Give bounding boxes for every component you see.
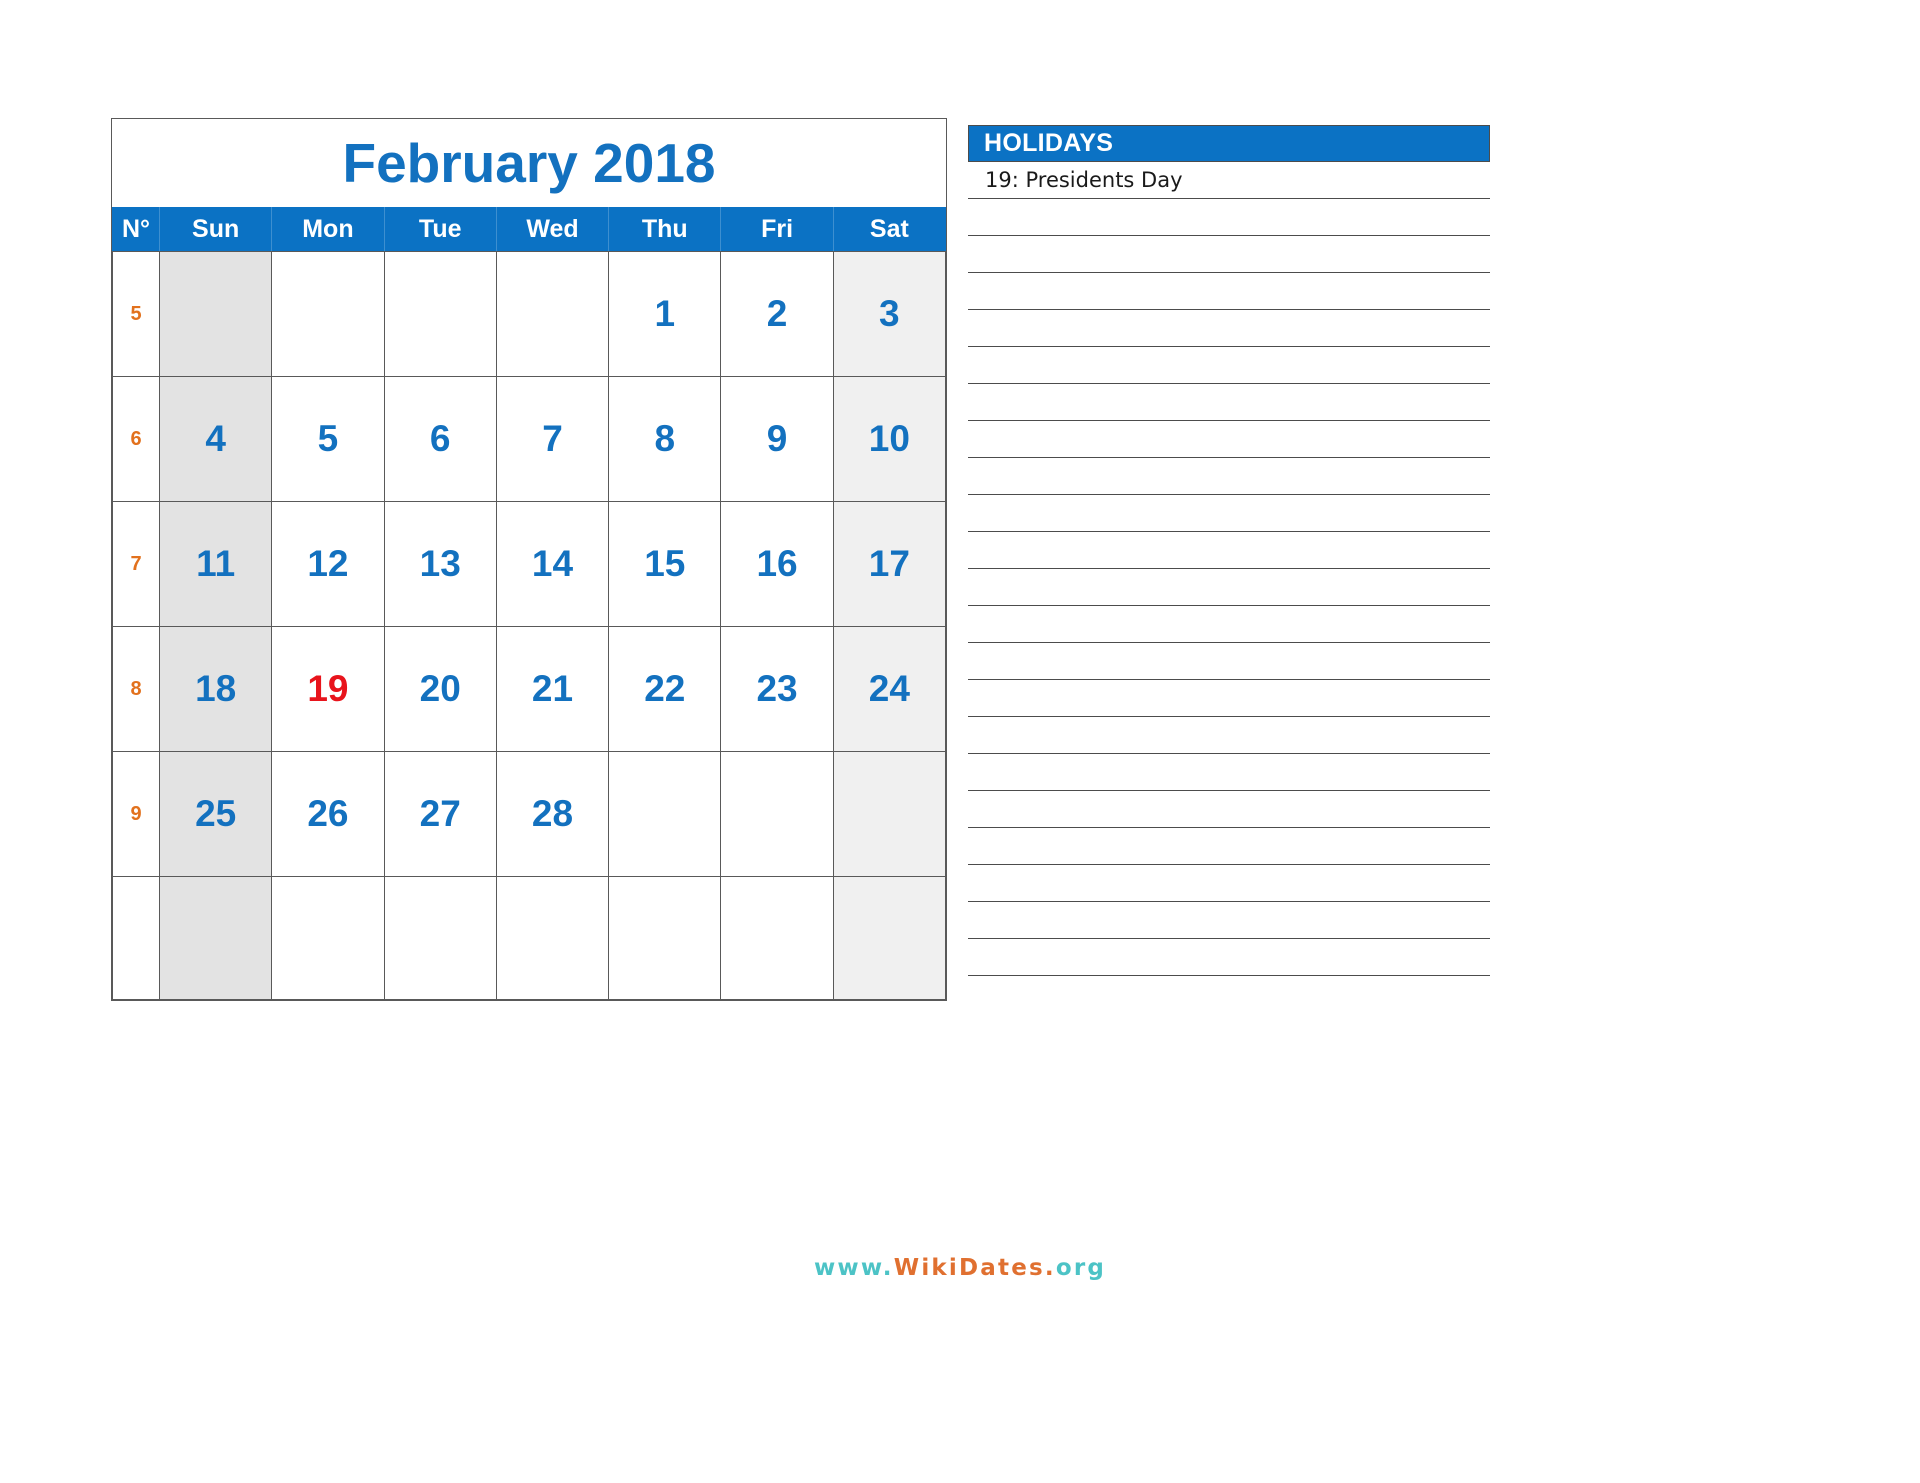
week-number-cell: 6 xyxy=(112,376,160,502)
day-cell[interactable]: 25 xyxy=(158,751,273,877)
holiday-entry-blank[interactable] xyxy=(968,384,1490,421)
holiday-entry-blank[interactable] xyxy=(968,347,1490,384)
column-header-fri: Fri xyxy=(720,207,834,252)
holiday-entry-blank[interactable] xyxy=(968,421,1490,458)
day-cell[interactable] xyxy=(383,876,497,1000)
calendar-body: 5 1 2 3 6 4 5 6 7 8 9 10 7 11 12 13 14 1… xyxy=(112,251,947,1000)
holiday-entry-blank[interactable] xyxy=(968,310,1490,347)
footer-brand: www.WikiDates.org xyxy=(0,1255,1920,1281)
week-number-cell: 5 xyxy=(112,251,160,377)
day-cell[interactable] xyxy=(495,251,610,377)
day-cell[interactable] xyxy=(271,251,385,377)
holiday-entry-blank[interactable] xyxy=(968,754,1490,791)
day-cell-holiday[interactable]: 19 xyxy=(271,626,385,752)
day-cell[interactable]: 18 xyxy=(158,626,273,752)
holiday-entry-blank[interactable] xyxy=(968,828,1490,865)
holiday-entry-blank[interactable] xyxy=(968,680,1490,717)
holiday-entry-blank[interactable] xyxy=(968,495,1490,532)
day-cell[interactable]: 4 xyxy=(158,376,273,502)
holiday-entry-blank[interactable] xyxy=(968,606,1490,643)
holiday-entry-blank[interactable] xyxy=(968,569,1490,606)
calendar-week-row: 5 1 2 3 xyxy=(112,251,947,377)
calendar-week-row xyxy=(112,876,947,1000)
week-number-cell: 7 xyxy=(112,501,160,627)
column-header-week-number: N° xyxy=(112,207,160,252)
week-number-cell xyxy=(112,876,160,1000)
brand-prefix: www. xyxy=(813,1255,894,1281)
day-cell[interactable]: 24 xyxy=(832,626,947,752)
day-cell[interactable] xyxy=(720,876,834,1000)
day-cell[interactable]: 15 xyxy=(608,501,722,627)
holiday-entry-blank[interactable] xyxy=(968,458,1490,495)
day-cell[interactable]: 21 xyxy=(495,626,610,752)
calendar-week-row: 7 11 12 13 14 15 16 17 xyxy=(112,501,947,627)
holiday-entry-blank[interactable] xyxy=(968,273,1490,310)
day-cell[interactable]: 22 xyxy=(608,626,722,752)
day-cell[interactable] xyxy=(832,751,947,877)
day-cell[interactable]: 10 xyxy=(832,376,947,502)
day-cell[interactable]: 16 xyxy=(720,501,834,627)
brand-suffix: org xyxy=(1055,1255,1107,1281)
day-cell[interactable]: 28 xyxy=(495,751,610,877)
day-cell[interactable] xyxy=(158,251,273,377)
holidays-panel: HOLIDAYS 19: Presidents Day xyxy=(968,125,1490,976)
day-cell[interactable] xyxy=(158,876,273,1000)
day-cell[interactable]: 12 xyxy=(271,501,385,627)
day-cell[interactable]: 1 xyxy=(608,251,722,377)
calendar-week-row: 8 18 19 20 21 22 23 24 xyxy=(112,626,947,752)
holiday-entry: 19: Presidents Day xyxy=(968,162,1490,199)
holiday-entry-blank[interactable] xyxy=(968,643,1490,680)
column-header-sat: Sat xyxy=(832,207,947,252)
day-cell[interactable]: 5 xyxy=(271,376,385,502)
calendar-week-row: 9 25 26 27 28 xyxy=(112,751,947,877)
holiday-entry-blank[interactable] xyxy=(968,791,1490,828)
calendar-header-row: N° Sun Mon Tue Wed Thu Fri Sat xyxy=(112,207,947,252)
brand-name: WikiDates. xyxy=(893,1255,1056,1281)
column-header-mon: Mon xyxy=(271,207,385,252)
day-cell[interactable]: 27 xyxy=(383,751,497,877)
day-cell[interactable]: 7 xyxy=(495,376,610,502)
day-cell[interactable]: 13 xyxy=(383,501,497,627)
day-cell[interactable] xyxy=(495,876,610,1000)
week-number-cell: 8 xyxy=(112,626,160,752)
calendar-week-row: 6 4 5 6 7 8 9 10 xyxy=(112,376,947,502)
holiday-entry-blank[interactable] xyxy=(968,236,1490,273)
day-cell[interactable] xyxy=(608,751,722,877)
column-header-tue: Tue xyxy=(383,207,497,252)
day-cell[interactable] xyxy=(720,751,834,877)
holiday-entry-blank[interactable] xyxy=(968,199,1490,236)
holiday-entry-blank[interactable] xyxy=(968,939,1490,976)
holiday-entry-blank[interactable] xyxy=(968,717,1490,754)
day-cell[interactable]: 2 xyxy=(720,251,834,377)
page-title: February 2018 xyxy=(342,132,716,194)
day-cell[interactable]: 26 xyxy=(271,751,385,877)
day-cell[interactable]: 6 xyxy=(383,376,497,502)
day-cell[interactable] xyxy=(832,876,947,1000)
calendar-table: N° Sun Mon Tue Wed Thu Fri Sat 5 1 2 3 6… xyxy=(112,207,947,1000)
column-header-thu: Thu xyxy=(608,207,722,252)
holiday-entry-blank[interactable] xyxy=(968,532,1490,569)
day-cell[interactable]: 9 xyxy=(720,376,834,502)
day-cell[interactable]: 11 xyxy=(158,501,273,627)
holidays-panel-title: HOLIDAYS xyxy=(968,125,1490,162)
holiday-entry-blank[interactable] xyxy=(968,902,1490,939)
day-cell[interactable] xyxy=(608,876,722,1000)
column-header-wed: Wed xyxy=(495,207,610,252)
day-cell[interactable]: 14 xyxy=(495,501,610,627)
day-cell[interactable]: 17 xyxy=(832,501,947,627)
week-number-cell: 9 xyxy=(112,751,160,877)
day-cell[interactable]: 23 xyxy=(720,626,834,752)
holiday-entry-blank[interactable] xyxy=(968,865,1490,902)
day-cell[interactable]: 20 xyxy=(383,626,497,752)
day-cell[interactable]: 8 xyxy=(608,376,722,502)
calendar-block: February 2018 N° Sun Mon Tue Wed Thu Fri… xyxy=(111,118,947,1001)
day-cell[interactable]: 3 xyxy=(832,251,947,377)
day-cell[interactable] xyxy=(383,251,497,377)
column-header-sun: Sun xyxy=(158,207,273,252)
day-cell[interactable] xyxy=(271,876,385,1000)
